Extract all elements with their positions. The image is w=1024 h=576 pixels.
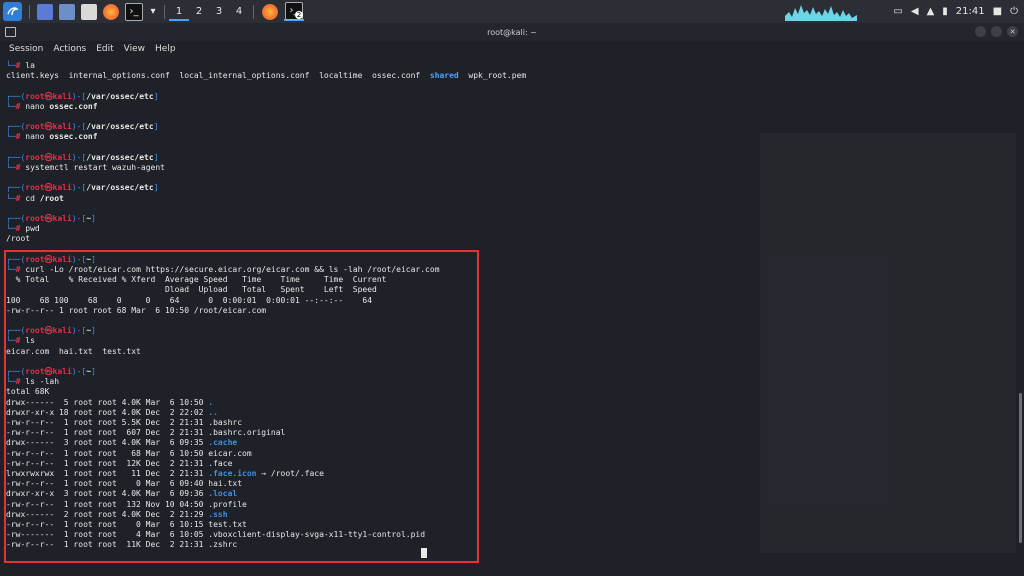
- window-titlebar[interactable]: root@kali: ~ ✕: [0, 23, 1024, 41]
- prompt-line: ┌──(root㉿kali)-[~]: [6, 214, 96, 223]
- firefox-icon: [262, 3, 278, 20]
- system-tray: ▭ ◀ ▲ ▮ 21:41 ■ ⏻: [893, 0, 1018, 23]
- window-controls: ✕: [975, 26, 1018, 37]
- menu-view[interactable]: View: [124, 44, 145, 54]
- window-icon[interactable]: [5, 27, 16, 37]
- workspace-3[interactable]: 3: [209, 2, 229, 21]
- menu-help[interactable]: Help: [155, 44, 176, 54]
- prompt-line: ┌──(root㉿kali)-[/var/ossec/etc]: [6, 91, 159, 101]
- firefox-icon[interactable]: [103, 3, 119, 20]
- command-line: └─# nano ossec.conf: [6, 101, 98, 111]
- menubar: Session Actions Edit View Help: [0, 41, 1024, 56]
- volume-icon[interactable]: ◀: [911, 6, 919, 17]
- prompt-line: ┌──(root㉿kali)-[/var/ossec/etc]: [6, 183, 159, 193]
- chevron-down-icon[interactable]: ▾: [149, 4, 157, 20]
- terminal-icon[interactable]: ›_: [125, 2, 143, 21]
- workspace-1[interactable]: 1: [169, 2, 189, 21]
- workspace-2[interactable]: 2: [189, 2, 209, 21]
- display-icon[interactable]: ▭: [893, 6, 902, 17]
- scrollbar[interactable]: [1019, 393, 1022, 543]
- output-line: /root: [6, 234, 31, 244]
- window-title: root@kali: ~: [487, 27, 537, 37]
- taskbar-separator: [253, 4, 254, 19]
- task-firefox[interactable]: [260, 2, 280, 21]
- cpu-graph: [785, 5, 857, 21]
- power-manager-icon[interactable]: ▮: [942, 6, 948, 17]
- workspace-4[interactable]: 4: [229, 2, 249, 21]
- power-icon[interactable]: ⏻: [1010, 6, 1018, 17]
- terminal-window: root@kali: ~ ✕ Session Actions Edit View…: [0, 23, 1024, 576]
- taskbar-separator: [29, 4, 30, 19]
- command-line: └─# cd /root: [6, 193, 64, 203]
- taskbar: ›_ ▾ 1 2 3 4 ›_ 2 ▭ ◀ ▲ ▮ 21:41 ■ ⏻: [0, 0, 1024, 23]
- output-line: client.keys internal_options.conf local_…: [6, 71, 527, 81]
- lock-icon[interactable]: ■: [993, 6, 1002, 17]
- command-line: └─# systemctl restart wazuh-agent: [6, 163, 165, 172]
- kali-menu-icon[interactable]: [3, 2, 22, 21]
- task-badge: 2: [295, 11, 303, 19]
- maximize-button[interactable]: [991, 26, 1002, 37]
- prompt-line: ┌──(root㉿kali)-[/var/ossec/etc]: [6, 152, 159, 162]
- close-button[interactable]: ✕: [1007, 26, 1018, 37]
- menu-actions[interactable]: Actions: [53, 44, 86, 54]
- desktop-icon[interactable]: [37, 3, 53, 20]
- command-line: └─# nano ossec.conf: [6, 132, 98, 142]
- task-terminal[interactable]: ›_ 2: [284, 1, 304, 21]
- command-line: └─# pwd: [6, 224, 40, 234]
- minimize-button[interactable]: [975, 26, 986, 37]
- prompt-line: ┌──(root㉿kali)-[/var/ossec/etc]: [6, 122, 159, 132]
- prompt-line: └─# la: [6, 61, 35, 70]
- clock[interactable]: 21:41: [956, 6, 985, 17]
- menu-edit[interactable]: Edit: [96, 44, 113, 54]
- file-manager-icon[interactable]: [59, 3, 75, 20]
- notification-bell-icon[interactable]: ▲: [927, 6, 935, 17]
- highlight-box: [4, 250, 479, 563]
- taskbar-separator: [164, 4, 165, 19]
- menu-session[interactable]: Session: [9, 44, 43, 54]
- text-editor-icon[interactable]: [81, 3, 97, 20]
